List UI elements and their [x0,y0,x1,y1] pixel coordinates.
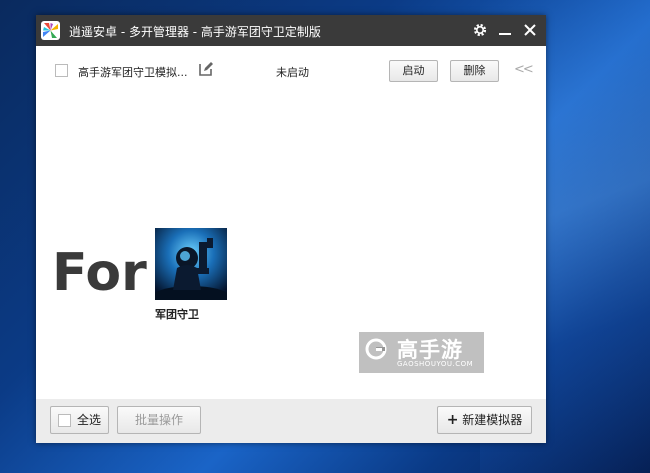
select-all-label: 全选 [77,413,102,427]
close-icon[interactable] [520,20,540,40]
watermark-url: GAOSHOUYOU.COM [397,360,474,368]
multi-instance-manager-window: 逍遥安卓 - 多开管理器 - 高手游军团守卫定制版 高手游军团守卫模拟... 未… [36,15,546,443]
collapse-toggle[interactable]: << [514,62,534,77]
delete-button[interactable]: 删除 [450,60,499,82]
game-icon [151,228,231,310]
minimize-icon[interactable] [495,20,515,40]
footer-bar: 全选 批量操作 + 新建模拟器 [36,399,546,443]
gaoshouyou-logo-icon [365,338,387,360]
edit-icon[interactable] [198,61,214,77]
game-name: 军团守卫 [155,308,199,321]
batch-operation-button[interactable]: 批量操作 [117,406,201,434]
gaoshouyou-watermark: 高手游 GAOSHOUYOU.COM [359,332,484,373]
promo-for-text: For [52,243,147,303]
select-all-button[interactable]: 全选 [50,406,109,434]
gear-icon[interactable] [470,20,490,40]
new-emulator-label: 新建模拟器 [462,413,523,427]
app-logo-icon [41,21,60,40]
select-all-checkbox[interactable] [58,414,71,427]
instance-checkbox[interactable] [55,64,68,77]
window-title: 逍遥安卓 - 多开管理器 - 高手游军团守卫定制版 [69,25,321,39]
title-bar[interactable]: 逍遥安卓 - 多开管理器 - 高手游军团守卫定制版 [36,15,546,46]
plus-icon: + [446,412,459,428]
start-button[interactable]: 启动 [389,60,438,82]
instance-row: 高手游军团守卫模拟... 未启动 启动 删除 << [36,55,546,85]
instance-status: 未启动 [276,66,309,79]
new-emulator-button[interactable]: + 新建模拟器 [437,406,532,434]
instance-name: 高手游军团守卫模拟... [78,66,188,79]
